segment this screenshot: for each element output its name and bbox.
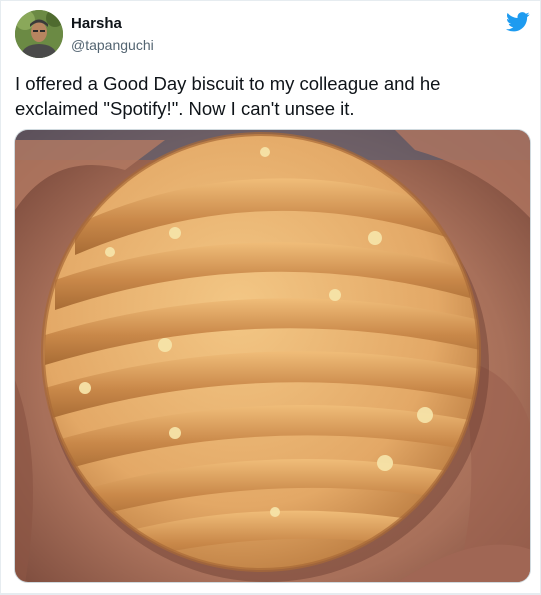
tweet-photo[interactable] xyxy=(14,129,531,583)
tweet-text: I offered a Good Day biscuit to my colle… xyxy=(15,73,441,119)
tweet-card: Harsha @tapanguchi I offered a Good Day … xyxy=(0,0,541,595)
twitter-bird-icon[interactable] xyxy=(506,12,530,32)
biscuit-photo xyxy=(15,130,530,582)
author-handle[interactable]: @tapanguchi xyxy=(71,37,154,53)
card-divider xyxy=(1,593,541,594)
author-name[interactable]: Harsha xyxy=(71,15,122,32)
author-avatar[interactable] xyxy=(15,10,63,58)
avatar-image xyxy=(15,10,63,58)
